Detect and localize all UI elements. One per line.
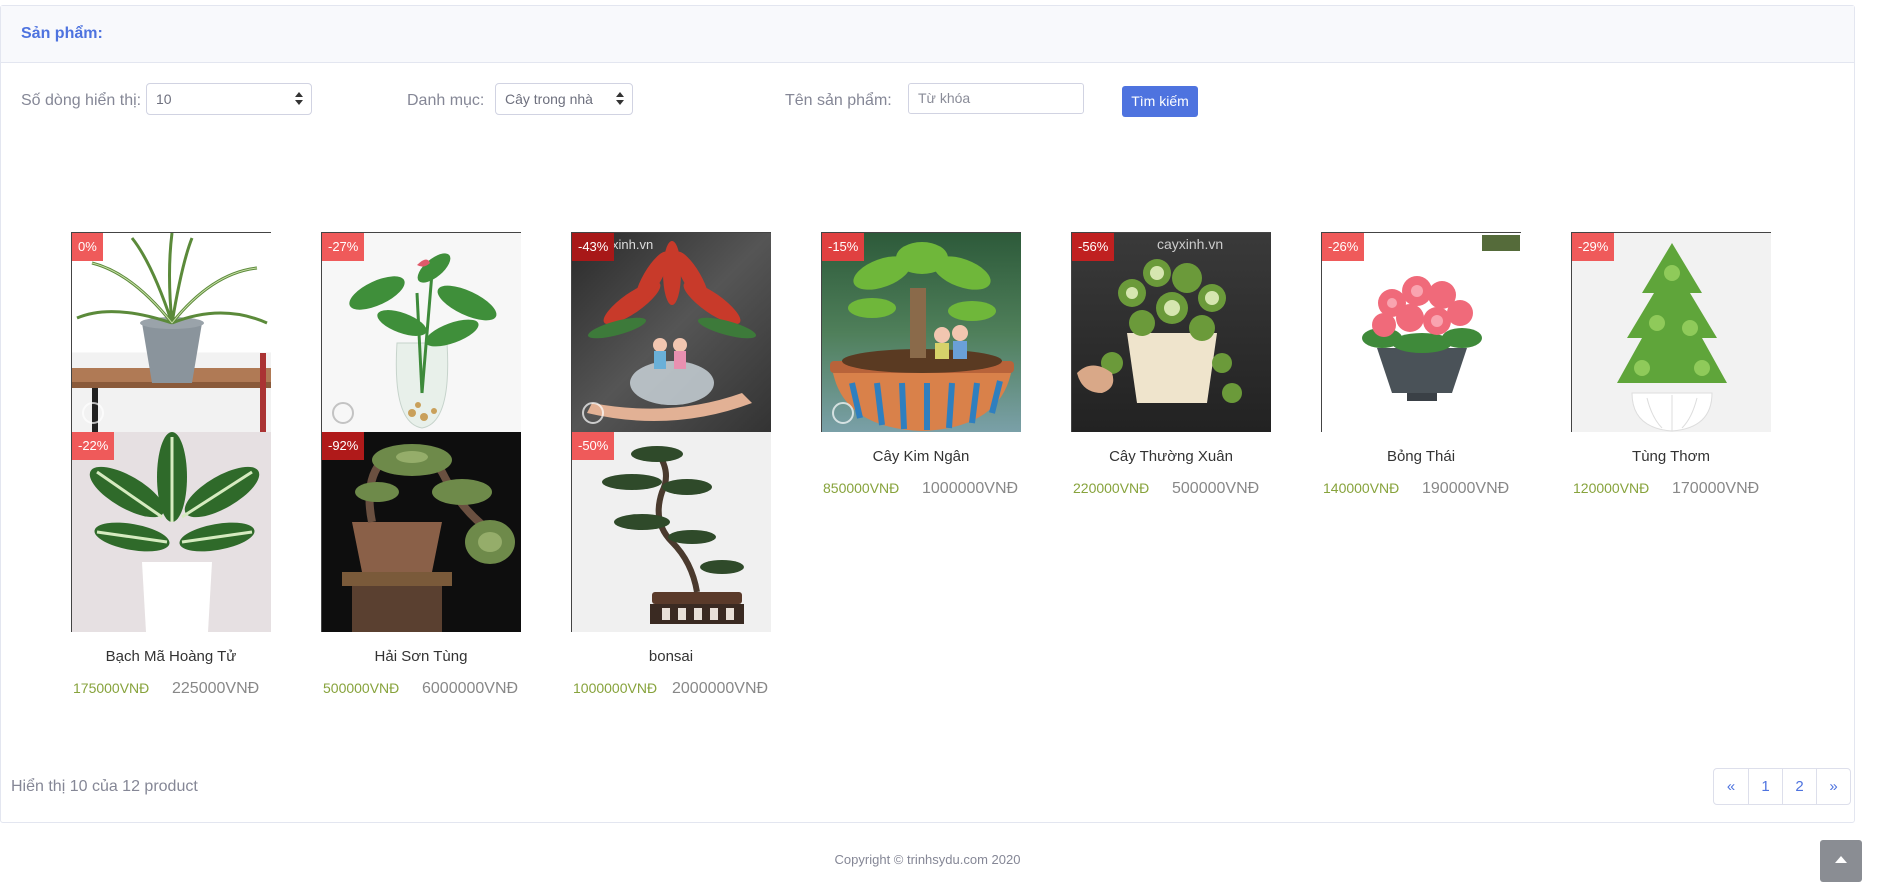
rows-select[interactable]: 10 [146, 83, 312, 115]
product-price: 850000VNĐ [823, 480, 900, 496]
discount-badge: 0% [72, 233, 103, 261]
product-old-price: 500000VNĐ [1172, 480, 1260, 497]
scroll-to-top-button[interactable] [1820, 840, 1862, 882]
zoom-icon[interactable] [332, 402, 354, 424]
product-old-price: 2000000VNĐ [672, 680, 769, 697]
product-image [349, 253, 497, 429]
page-prev-button[interactable]: « [1714, 769, 1748, 804]
product-name[interactable]: Tùng Thơm [1571, 448, 1771, 468]
product-image [1362, 235, 1520, 401]
discount-badge: -26% [1322, 233, 1365, 261]
watermark: xinh.vn [612, 237, 653, 252]
category-label: Danh mục: [407, 92, 485, 109]
discount-badge: -92% [322, 432, 365, 460]
discount-badge: -50% [572, 432, 615, 460]
select-arrows-icon [295, 92, 303, 106]
search-button[interactable]: Tìm kiếm [1122, 86, 1198, 117]
card-header: Sản phẩm: [1, 6, 1854, 63]
product-card[interactable]: -27% [321, 232, 521, 432]
product-card[interactable]: -26% Bỏng Thái 140000VNĐ 190000VNĐ [1321, 232, 1521, 501]
product-card[interactable]: xinh.vn -43% [571, 232, 771, 432]
rows-label: Số dòng hiển thị: [21, 92, 142, 109]
discount-badge: -29% [1572, 233, 1615, 261]
product-image [72, 233, 271, 432]
product-card[interactable]: -50% bonsai 1000000VNĐ 2000000VNĐ [571, 432, 771, 701]
product-image [89, 432, 260, 632]
pagination: « 1 2 » [1713, 768, 1851, 805]
product-name[interactable]: Bỏng Thái [1321, 448, 1521, 468]
copyright: Copyright © trinhsydu.com 2020 [834, 852, 1021, 867]
category-select[interactable]: Cây trong nhà [495, 83, 633, 115]
product-name[interactable]: Bạch Mã Hoàng Tử [71, 648, 271, 668]
product-card[interactable]: -22% Bạch Mã Hoàng Tử 175000VNĐ 225000VN… [71, 432, 271, 701]
product-image [830, 242, 1014, 431]
product-card[interactable]: cayxinh.vn -56% Cây Thường Xuân 220000VN… [1071, 232, 1271, 501]
discount-badge: -27% [322, 233, 365, 261]
product-name[interactable]: Hải Sơn Tùng [321, 648, 521, 668]
product-price: 220000VNĐ [1073, 480, 1150, 496]
product-name[interactable]: Cây Thường Xuân [1071, 448, 1271, 468]
discount-badge: -15% [822, 233, 865, 261]
discount-badge: -43% [572, 233, 615, 261]
zoom-icon[interactable] [832, 402, 854, 424]
product-image [602, 446, 744, 624]
select-arrows-icon [616, 92, 624, 106]
zoom-icon[interactable] [582, 402, 604, 424]
product-old-price: 6000000VNĐ [422, 680, 519, 697]
discount-badge: -22% [72, 432, 115, 460]
page-1-button[interactable]: 1 [1748, 769, 1782, 804]
search-input[interactable]: Từ khóa [908, 83, 1084, 114]
product-name[interactable]: bonsai [571, 648, 771, 668]
product-price: 1000000VNĐ [573, 680, 658, 696]
product-card[interactable]: -92% Hải Sơn Tùng 500000VNĐ 6000000VNĐ [321, 432, 521, 701]
rows-select-value: 10 [156, 91, 172, 107]
page-2-button[interactable]: 2 [1782, 769, 1816, 804]
product-name-label: Tên sản phẩm: [785, 92, 892, 109]
filter-bar: Số dòng hiển thị: 10 Danh mục: Cây trong… [1, 83, 1854, 117]
watermark: cayxinh.vn [1157, 236, 1223, 252]
product-image [1617, 243, 1727, 432]
product-old-price: 170000VNĐ [1672, 480, 1760, 497]
card-title: Sản phẩm: [21, 25, 103, 42]
product-image [342, 444, 515, 632]
product-name[interactable]: Cây Kim Ngân [821, 448, 1021, 468]
product-card[interactable]: -15% Cây Kim Ngân 850000VNĐ 1000000VNĐ [821, 232, 1021, 501]
product-price: 120000VNĐ [1573, 480, 1650, 496]
page-next-button[interactable]: » [1816, 769, 1850, 804]
product-image: cayxinh.vn [1077, 236, 1242, 403]
product-card[interactable]: -29% Tùng Thơm 120000VNĐ 170000VNĐ [1571, 232, 1771, 501]
category-select-value: Cây trong nhà [505, 91, 593, 107]
product-card[interactable]: 0% [71, 232, 271, 432]
product-price: 175000VNĐ [73, 680, 150, 696]
product-price: 500000VNĐ [323, 680, 400, 696]
discount-badge: -56% [1072, 233, 1115, 261]
product-old-price: 225000VNĐ [172, 680, 260, 697]
product-image: xinh.vn [587, 237, 757, 421]
product-old-price: 190000VNĐ [1422, 480, 1510, 497]
pagination-info: Hiển thị 10 của 12 product [11, 778, 198, 795]
zoom-icon[interactable] [82, 402, 104, 424]
product-price: 140000VNĐ [1323, 480, 1400, 496]
product-old-price: 1000000VNĐ [922, 480, 1019, 497]
